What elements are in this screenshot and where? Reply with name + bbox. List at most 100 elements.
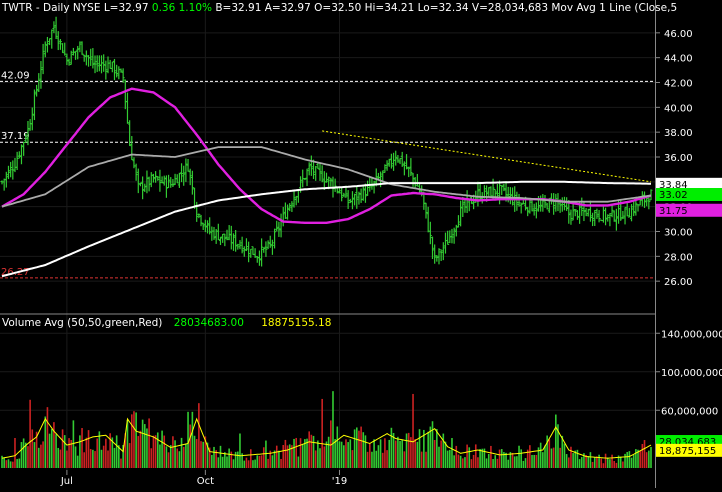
volume-bar xyxy=(100,449,103,468)
volume-bar xyxy=(630,457,633,468)
volume-bar xyxy=(46,407,49,468)
volume-bar xyxy=(258,455,261,468)
volume-tick-label: 100,000,000 xyxy=(661,368,722,379)
volume-bar xyxy=(494,455,497,468)
volume-bar xyxy=(641,443,644,468)
volume-bar xyxy=(237,451,239,468)
volume-bar xyxy=(399,440,401,468)
volume-bar xyxy=(390,427,393,468)
volume-bar xyxy=(135,412,137,468)
volume-bar xyxy=(349,439,352,468)
volume-bar xyxy=(319,448,321,468)
volume-bar xyxy=(278,450,280,468)
volume-bar xyxy=(178,451,181,468)
volume-bar xyxy=(535,454,538,468)
volume-bar xyxy=(211,454,213,468)
volume-bar xyxy=(520,449,522,468)
volume-bar xyxy=(466,444,468,468)
volume-bar xyxy=(431,421,434,468)
volume-bar xyxy=(182,446,185,468)
volume-bar xyxy=(312,435,315,468)
volume-bar xyxy=(457,454,460,468)
volume-bar xyxy=(273,450,276,468)
volume-bar xyxy=(284,439,287,468)
volume-bar xyxy=(531,454,533,468)
volume-bar xyxy=(366,451,369,468)
volume-bar xyxy=(401,439,404,468)
volume-bar xyxy=(29,399,31,468)
volume-bar xyxy=(602,463,605,468)
volume-bar xyxy=(59,449,62,468)
volume-bar xyxy=(148,418,150,468)
volume-bar xyxy=(589,452,592,468)
volume-bar xyxy=(143,424,146,468)
change: 0.36 xyxy=(151,2,176,14)
volume-bar xyxy=(314,450,317,468)
volume-bar xyxy=(518,445,520,468)
volume-bar xyxy=(288,444,291,468)
volume-bar xyxy=(650,446,652,468)
volume-bar xyxy=(384,438,386,468)
volume-bar xyxy=(37,447,40,468)
volume-bar xyxy=(245,457,248,468)
volume-bar xyxy=(44,416,47,468)
volume-bar xyxy=(358,430,360,468)
volume-bar xyxy=(295,437,298,468)
study-label: Mov Avg 1 Line (Close,5 xyxy=(551,2,678,14)
volume-bar xyxy=(360,426,362,468)
volume-bar xyxy=(40,444,42,468)
volume-bar xyxy=(12,461,14,468)
price-tick-label: 46.00 xyxy=(664,29,693,40)
volume-bar xyxy=(353,429,356,468)
volume-bar xyxy=(388,439,391,468)
volume-bar xyxy=(645,452,648,468)
volume-bar xyxy=(14,437,16,468)
volume-bar xyxy=(459,455,462,468)
volume-bar xyxy=(507,459,510,468)
volume-bar xyxy=(635,449,637,468)
volume-bar xyxy=(455,445,458,468)
volume-bar xyxy=(7,459,10,468)
bid: B=32.91 xyxy=(215,2,262,14)
volume-bar xyxy=(580,457,583,468)
volume-bar xyxy=(301,443,304,468)
volume-bar xyxy=(107,450,109,468)
volume-bar xyxy=(347,442,349,468)
volume-bar xyxy=(150,448,153,468)
volume-bar xyxy=(72,420,75,468)
price-tick-label: 44.00 xyxy=(664,54,693,65)
volume-bar xyxy=(63,435,66,468)
volume-bar xyxy=(131,414,133,468)
volume-bar xyxy=(416,441,419,468)
volume-bar xyxy=(425,451,427,468)
volume-bar xyxy=(336,426,339,468)
volume-bar xyxy=(195,439,198,468)
symbol: TWTR xyxy=(2,2,33,14)
volume-bar xyxy=(479,448,481,468)
volume-bar xyxy=(308,431,310,468)
price-tick-label: 40.00 xyxy=(664,103,693,114)
price-tick-label: 38.00 xyxy=(664,128,693,139)
volume-bar xyxy=(247,460,250,468)
volume-bar xyxy=(461,458,464,468)
volume-bar xyxy=(42,441,44,468)
volume-bar xyxy=(267,458,269,468)
time-tick-label: Jul xyxy=(60,476,73,487)
volume-bar xyxy=(94,451,96,468)
volume-bar xyxy=(420,451,423,468)
volume-bar xyxy=(297,456,300,468)
volume-bar xyxy=(438,446,440,468)
volume-bar xyxy=(224,452,226,468)
volume-bar xyxy=(377,445,380,468)
volume-bar xyxy=(260,455,263,468)
price-tick-label: 26.00 xyxy=(664,277,693,288)
chart-canvas: 46.0044.0042.0040.0038.0036.0034.0032.00… xyxy=(0,0,722,488)
volume-bar xyxy=(172,436,174,468)
volume-bar xyxy=(55,434,57,468)
volume-bar xyxy=(496,458,499,468)
volume-bar xyxy=(159,444,161,468)
volume-bar xyxy=(126,419,129,468)
volume-bar xyxy=(576,449,579,468)
volume-bar xyxy=(381,452,384,468)
volume-bar xyxy=(578,459,581,468)
